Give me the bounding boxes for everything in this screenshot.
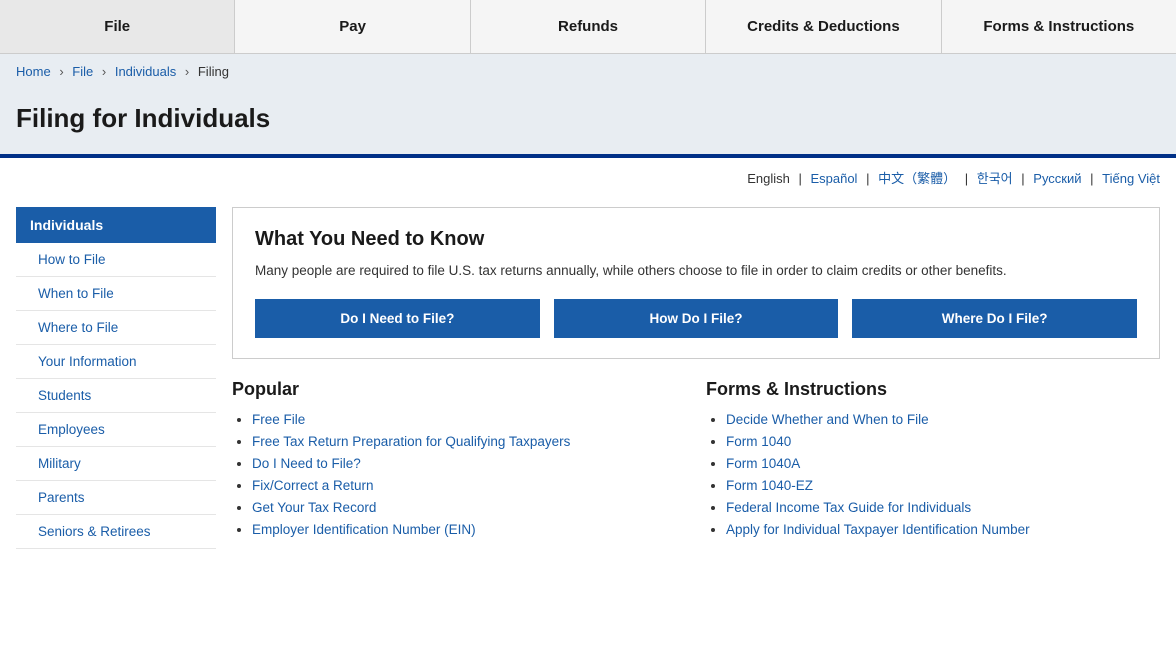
list-item: Apply for Individual Taxpayer Identifica…: [726, 522, 1160, 537]
forms-heading: Forms & Instructions: [706, 379, 1160, 400]
list-item: Form 1040-EZ: [726, 478, 1160, 493]
breadcrumb: Home › File › Individuals › Filing: [0, 54, 1176, 89]
top-navigation: File Pay Refunds Credits & Deductions Fo…: [0, 0, 1176, 54]
language-bar: English | Español | 中文（繁體） | 한국어 | Русск…: [0, 158, 1176, 191]
popular-link-ein[interactable]: Employer Identification Number (EIN): [252, 522, 476, 537]
breadcrumb-file[interactable]: File: [72, 64, 93, 79]
sidebar: Individuals How to File When to File Whe…: [16, 207, 216, 549]
popular-link-fix-correct[interactable]: Fix/Correct a Return: [252, 478, 374, 493]
popular-list: Free File Free Tax Return Preparation fo…: [232, 412, 686, 537]
cta-how-do-i-file[interactable]: How Do I File?: [554, 299, 839, 338]
main-content: Individuals How to File When to File Whe…: [0, 191, 1176, 565]
content-area: What You Need to Know Many people are re…: [232, 207, 1160, 549]
cta-buttons: Do I Need to File? How Do I File? Where …: [255, 299, 1137, 338]
list-item: Get Your Tax Record: [252, 500, 686, 515]
list-item: Free Tax Return Preparation for Qualifyi…: [252, 434, 686, 449]
forms-link-1040a[interactable]: Form 1040A: [726, 456, 800, 471]
list-item: Fix/Correct a Return: [252, 478, 686, 493]
list-item: Employer Identification Number (EIN): [252, 522, 686, 537]
language-espanol[interactable]: Español: [810, 171, 857, 186]
info-box-title: What You Need to Know: [255, 228, 1137, 251]
breadcrumb-individuals[interactable]: Individuals: [115, 64, 176, 79]
popular-link-free-tax[interactable]: Free Tax Return Preparation for Qualifyi…: [252, 434, 570, 449]
list-item: Decide Whether and When to File: [726, 412, 1160, 427]
page-header: Filing for Individuals: [0, 89, 1176, 154]
list-item: Form 1040: [726, 434, 1160, 449]
page-title: Filing for Individuals: [16, 103, 1160, 134]
breadcrumb-sep-1: ›: [59, 64, 63, 79]
sidebar-item-where-to-file[interactable]: Where to File: [16, 311, 216, 345]
sidebar-item-seniors-retirees[interactable]: Seniors & Retirees: [16, 515, 216, 549]
list-item: Free File: [252, 412, 686, 427]
sidebar-item-employees[interactable]: Employees: [16, 413, 216, 447]
forms-link-1040[interactable]: Form 1040: [726, 434, 791, 449]
language-korean[interactable]: 한국어: [977, 171, 1013, 186]
sidebar-item-students[interactable]: Students: [16, 379, 216, 413]
forms-link-1040ez[interactable]: Form 1040-EZ: [726, 478, 813, 493]
breadcrumb-current: Filing: [198, 64, 229, 79]
nav-pay[interactable]: Pay: [235, 0, 470, 53]
breadcrumb-home[interactable]: Home: [16, 64, 51, 79]
popular-heading: Popular: [232, 379, 686, 400]
nav-forms-instructions[interactable]: Forms & Instructions: [942, 0, 1176, 53]
popular-section: Popular Free File Free Tax Return Prepar…: [232, 379, 686, 544]
info-box-description: Many people are required to file U.S. ta…: [255, 261, 1137, 281]
sidebar-item-parents[interactable]: Parents: [16, 481, 216, 515]
nav-refunds[interactable]: Refunds: [471, 0, 706, 53]
sidebar-item-when-to-file[interactable]: When to File: [16, 277, 216, 311]
breadcrumb-sep-3: ›: [185, 64, 189, 79]
cta-where-do-i-file[interactable]: Where Do I File?: [852, 299, 1137, 338]
nav-file[interactable]: File: [0, 0, 235, 53]
cta-do-i-need-to-file[interactable]: Do I Need to File?: [255, 299, 540, 338]
sidebar-item-military[interactable]: Military: [16, 447, 216, 481]
forms-instructions-section: Forms & Instructions Decide Whether and …: [706, 379, 1160, 544]
popular-link-free-file[interactable]: Free File: [252, 412, 305, 427]
list-item: Form 1040A: [726, 456, 1160, 471]
nav-credits-deductions[interactable]: Credits & Deductions: [706, 0, 941, 53]
popular-link-do-i-need[interactable]: Do I Need to File?: [252, 456, 361, 471]
forms-link-itin[interactable]: Apply for Individual Taxpayer Identifica…: [726, 522, 1030, 537]
forms-list: Decide Whether and When to File Form 104…: [706, 412, 1160, 537]
language-russian[interactable]: Русский: [1033, 171, 1081, 186]
forms-link-decide[interactable]: Decide Whether and When to File: [726, 412, 929, 427]
info-box: What You Need to Know Many people are re…: [232, 207, 1160, 359]
list-item: Federal Income Tax Guide for Individuals: [726, 500, 1160, 515]
bottom-sections: Popular Free File Free Tax Return Prepar…: [232, 379, 1160, 544]
language-vietnamese[interactable]: Tiếng Việt: [1102, 171, 1160, 186]
list-item: Do I Need to File?: [252, 456, 686, 471]
language-chinese[interactable]: 中文（繁體）: [878, 171, 956, 186]
sidebar-header: Individuals: [16, 207, 216, 243]
sidebar-item-your-information[interactable]: Your Information: [16, 345, 216, 379]
popular-link-tax-record[interactable]: Get Your Tax Record: [252, 500, 376, 515]
language-english: English: [747, 171, 790, 186]
forms-link-fed-guide[interactable]: Federal Income Tax Guide for Individuals: [726, 500, 971, 515]
breadcrumb-sep-2: ›: [102, 64, 106, 79]
sidebar-item-how-to-file[interactable]: How to File: [16, 243, 216, 277]
